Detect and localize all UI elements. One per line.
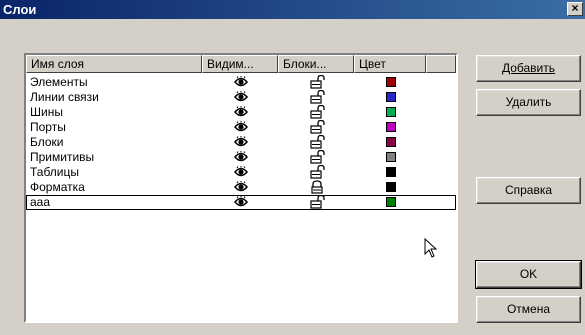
layer-name: Таблицы — [30, 165, 80, 179]
cancel-button[interactable]: Отмена — [476, 296, 581, 323]
lock-open-icon[interactable] — [309, 90, 325, 104]
layer-name: Порты — [30, 120, 66, 134]
layer-color-swatch[interactable] — [386, 152, 396, 162]
layer-name: Примитивы — [30, 150, 95, 164]
list-item[interactable]: Блоки — [26, 135, 456, 150]
lock-open-icon[interactable] — [309, 150, 325, 164]
layer-color-swatch[interactable] — [386, 182, 396, 192]
list-item[interactable]: Примитивы — [26, 150, 456, 165]
column-header-visible[interactable]: Видим... — [202, 55, 278, 73]
add-button-label: Добавить — [501, 61, 556, 75]
cancel-button-label: Отмена — [506, 302, 551, 316]
mouse-pointer-icon — [424, 238, 438, 258]
eye-icon[interactable] — [234, 151, 248, 163]
layer-color-swatch[interactable] — [386, 122, 396, 132]
list-item[interactable]: ааа — [26, 195, 456, 210]
layer-name: Форматка — [30, 180, 85, 194]
window-title: Слои — [3, 2, 37, 17]
list-item[interactable]: Шины — [26, 105, 456, 120]
column-header-layer-name[interactable]: Имя слоя — [26, 55, 202, 73]
layer-color-swatch[interactable] — [386, 197, 396, 207]
lock-open-icon[interactable] — [309, 165, 325, 179]
column-header-empty — [426, 55, 456, 73]
title-bar: Слои × — [0, 0, 585, 19]
layers-list[interactable]: Имя слоя Видим... Блоки... Цвет Элементы… — [24, 53, 458, 323]
layer-name: ааа — [30, 195, 51, 209]
layer-color-swatch[interactable] — [386, 77, 396, 87]
delete-button-label: Удалить — [505, 95, 552, 109]
column-header-color[interactable]: Цвет — [354, 55, 426, 73]
lock-open-icon[interactable] — [309, 75, 325, 89]
layer-color-swatch[interactable] — [386, 107, 396, 117]
close-button[interactable]: × — [567, 2, 583, 16]
layer-name: Шины — [30, 105, 63, 119]
list-item[interactable]: Форматка — [26, 180, 456, 195]
eye-icon[interactable] — [234, 121, 248, 133]
lock-open-icon[interactable] — [309, 195, 325, 209]
add-button[interactable]: Добавить — [476, 55, 581, 82]
lock-open-icon[interactable] — [309, 105, 325, 119]
help-button[interactable]: Справка — [476, 177, 581, 204]
eye-icon[interactable] — [234, 136, 248, 148]
lock-open-icon[interactable] — [309, 135, 325, 149]
layer-name: Линии связи — [30, 90, 99, 104]
layer-color-swatch[interactable] — [386, 167, 396, 177]
column-header-locked[interactable]: Блоки... — [278, 55, 354, 73]
lock-open-icon[interactable] — [309, 120, 325, 134]
eye-icon[interactable] — [234, 166, 248, 178]
help-button-label: Справка — [504, 183, 553, 197]
eye-icon[interactable] — [234, 196, 248, 208]
layer-name: Элементы — [30, 75, 88, 89]
list-item[interactable]: Таблицы — [26, 165, 456, 180]
list-header: Имя слоя Видим... Блоки... Цвет — [26, 55, 456, 73]
layer-color-swatch[interactable] — [386, 137, 396, 147]
lock-closed-icon[interactable] — [309, 180, 325, 194]
eye-icon[interactable] — [234, 181, 248, 193]
list-rows: Элементы Линии связи Шины Порты Блоки Примити… — [26, 75, 456, 210]
eye-icon[interactable] — [234, 91, 248, 103]
layer-color-swatch[interactable] — [386, 92, 396, 102]
eye-icon[interactable] — [234, 106, 248, 118]
list-item[interactable]: Порты — [26, 120, 456, 135]
list-item[interactable]: Линии связи — [26, 90, 456, 105]
layer-name: Блоки — [30, 135, 64, 149]
delete-button[interactable]: Удалить — [476, 89, 581, 116]
list-item[interactable]: Элементы — [26, 75, 456, 90]
ok-button[interactable]: OK — [475, 260, 582, 289]
ok-button-label: OK — [519, 267, 538, 281]
eye-icon[interactable] — [234, 76, 248, 88]
